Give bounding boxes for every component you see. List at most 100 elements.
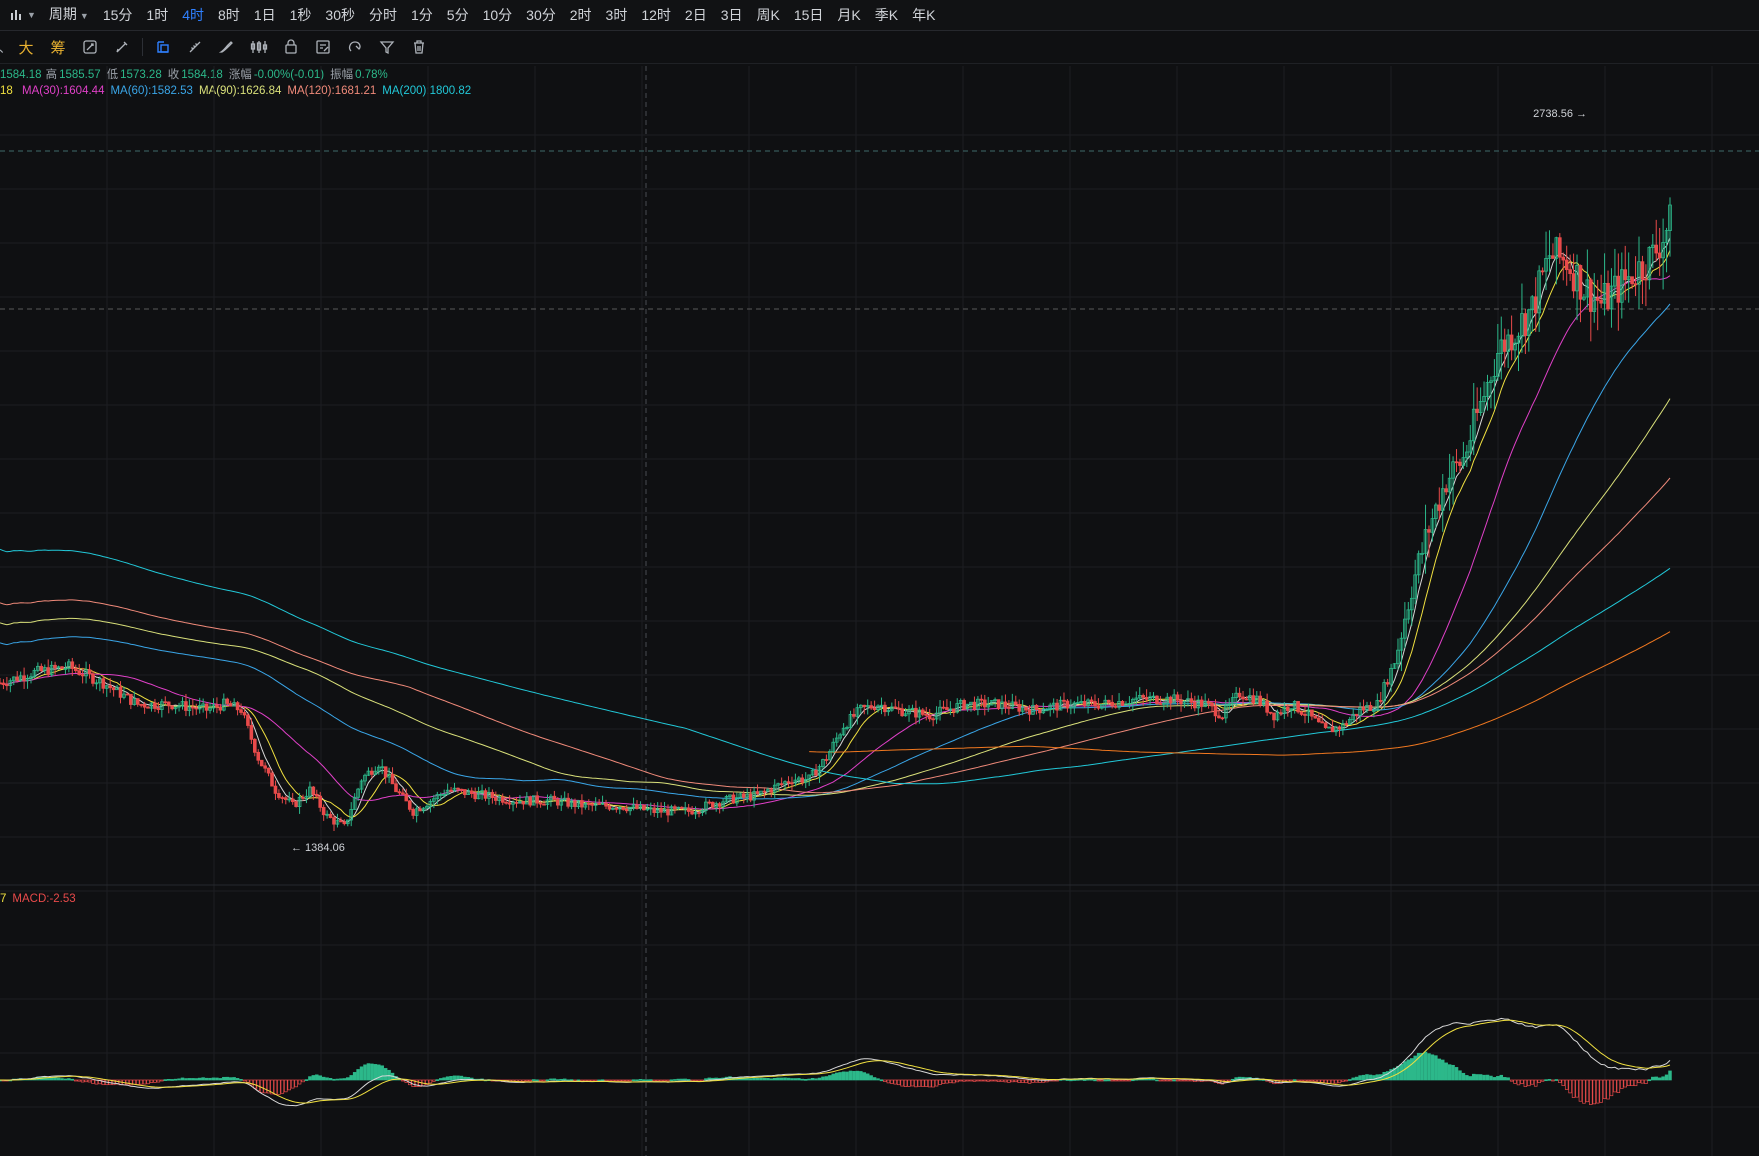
macd-bar xyxy=(1155,1079,1159,1082)
candle-body xyxy=(459,788,464,791)
candle-body xyxy=(790,782,794,785)
macd-bar xyxy=(1461,1072,1466,1081)
candle-body xyxy=(1630,276,1634,285)
candle-body xyxy=(1657,252,1662,259)
macd-bar xyxy=(163,1079,168,1081)
candle-body xyxy=(741,793,746,798)
candle-body xyxy=(1241,696,1245,700)
candle-body xyxy=(1013,701,1018,705)
candle-body xyxy=(73,668,78,672)
candle-body xyxy=(1213,705,1218,717)
macd-bar xyxy=(1024,1079,1028,1084)
candle-body xyxy=(1113,705,1118,708)
candle-body xyxy=(1303,714,1307,716)
candle-body xyxy=(1193,701,1197,709)
candle-body xyxy=(1199,699,1204,707)
candle-body xyxy=(652,807,657,813)
candle-body xyxy=(528,796,533,806)
candle-body xyxy=(924,713,929,716)
macd-bar xyxy=(566,1079,570,1082)
candle-body xyxy=(1258,695,1263,706)
macd-bar xyxy=(77,1079,81,1082)
macd-bar xyxy=(1468,1076,1473,1081)
candle-body xyxy=(318,795,323,808)
macd-bar xyxy=(938,1079,942,1085)
candle-body xyxy=(1344,723,1349,725)
macd-bar xyxy=(638,1079,643,1081)
macd-bar xyxy=(321,1076,326,1081)
macd-bar xyxy=(1444,1062,1448,1081)
candlestick-chart[interactable]: 2738.56 → ← 1384.06 xyxy=(0,0,1759,1156)
candle-body xyxy=(1244,698,1249,701)
macd-bar xyxy=(1592,1079,1596,1105)
candle-body xyxy=(1361,707,1366,711)
candle-body xyxy=(972,701,977,710)
macd-bar xyxy=(1568,1079,1572,1094)
candle-body xyxy=(1378,700,1383,702)
candle-body xyxy=(46,667,51,676)
candle-body xyxy=(1168,696,1173,704)
macd-bar xyxy=(1017,1079,1021,1083)
macd-bar xyxy=(1475,1074,1479,1081)
candle-body xyxy=(5,684,9,687)
macd-bar xyxy=(67,1078,71,1081)
macd-bar xyxy=(1630,1079,1634,1087)
candle-body xyxy=(266,767,271,774)
candle-body xyxy=(1540,270,1545,273)
macd-bar xyxy=(1520,1079,1524,1084)
candle-body xyxy=(1268,711,1273,714)
macd-bar xyxy=(149,1079,154,1083)
macd-bar xyxy=(294,1079,298,1088)
macd-bar xyxy=(993,1079,997,1082)
candle-body xyxy=(253,738,257,753)
candle-body xyxy=(1578,265,1583,300)
candle-body xyxy=(814,769,818,776)
candle-body xyxy=(896,707,901,710)
macd-bar xyxy=(1227,1079,1232,1082)
candle-body xyxy=(710,801,715,808)
candle-body xyxy=(156,708,161,710)
candle-body xyxy=(87,669,92,675)
macd-bar xyxy=(862,1072,867,1081)
macd-bar xyxy=(56,1077,61,1081)
chart-grid xyxy=(0,66,1759,1156)
macd-bar xyxy=(573,1079,577,1082)
macd-bar xyxy=(752,1077,756,1081)
macd-bar xyxy=(1451,1064,1455,1081)
macd-bar xyxy=(383,1068,388,1081)
candle-body xyxy=(146,706,150,709)
macd-bar xyxy=(1096,1079,1101,1082)
candle-body xyxy=(1564,259,1569,271)
macd-bar xyxy=(1310,1079,1314,1082)
candle-body xyxy=(39,665,44,672)
macd-bar xyxy=(1158,1079,1163,1082)
candle-body xyxy=(125,693,130,696)
macd-bar xyxy=(1537,1079,1541,1083)
macd-bar xyxy=(1361,1074,1366,1081)
macd-bar xyxy=(624,1079,629,1082)
macd-bar xyxy=(311,1075,316,1081)
macd-bar xyxy=(1317,1079,1321,1083)
candle-body xyxy=(0,682,2,685)
macd-bar xyxy=(569,1079,574,1081)
candle-body xyxy=(1509,334,1514,351)
macd-bar xyxy=(635,1079,639,1082)
macd-bar xyxy=(1289,1079,1293,1082)
candle-body xyxy=(621,806,626,810)
candle-body xyxy=(1082,701,1087,706)
candle-body xyxy=(1003,701,1008,708)
macd-bar xyxy=(177,1078,181,1081)
candle-body xyxy=(1279,712,1283,715)
macd-bar xyxy=(91,1079,95,1084)
macd-bar xyxy=(1533,1079,1538,1087)
macd-bar xyxy=(814,1078,818,1081)
macd-bar xyxy=(63,1078,68,1081)
macd-bar xyxy=(848,1070,853,1081)
macd-bar xyxy=(1623,1079,1627,1088)
macd-bar xyxy=(297,1079,302,1085)
macd-bar xyxy=(1162,1079,1166,1082)
candle-body xyxy=(246,714,250,726)
candle-body xyxy=(686,807,691,812)
candle-body xyxy=(463,789,467,795)
candle-body xyxy=(242,712,247,716)
